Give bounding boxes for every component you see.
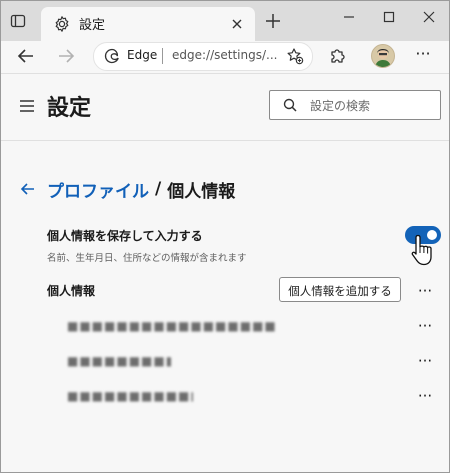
avatar[interactable]: [371, 44, 395, 68]
tab-settings[interactable]: 設定: [41, 7, 255, 41]
entry-more-button[interactable]: ···: [413, 354, 437, 372]
personal-info-more-button[interactable]: ···: [413, 284, 437, 302]
address-bar[interactable]: Edge edge://settings/...: [93, 42, 313, 71]
breadcrumb-profile-link[interactable]: プロファイル: [47, 177, 149, 202]
breadcrumb: プロファイル / 個人情報: [19, 177, 236, 202]
gear-icon: [53, 15, 71, 33]
back-arrow-icon[interactable]: [19, 180, 37, 198]
hand-cursor-icon: [411, 233, 435, 267]
tab-title: 設定: [79, 18, 106, 33]
minimize-icon[interactable]: [339, 7, 359, 27]
site-label: Edge: [127, 48, 158, 62]
forward-arrow-icon[interactable]: [55, 45, 77, 67]
breadcrumb-separator: /: [155, 179, 162, 199]
plus-icon[interactable]: [263, 11, 283, 31]
browser-menu-button[interactable]: ···: [411, 45, 435, 67]
close-icon[interactable]: [229, 16, 245, 32]
save-personal-info-label: 個人情報を保存して入力する: [47, 229, 203, 243]
personal-info-label: 個人情報: [47, 284, 96, 298]
hamburger-icon[interactable]: [18, 97, 36, 115]
search-box[interactable]: [269, 90, 441, 120]
puzzle-icon[interactable]: [327, 46, 347, 66]
entry-more-button[interactable]: ···: [413, 389, 437, 407]
personal-info-entry: ■■■■■■■■■: [67, 354, 171, 368]
breadcrumb-current: 個人情報: [167, 181, 236, 202]
settings-header: 設定: [1, 74, 449, 141]
search-input[interactable]: [308, 95, 438, 117]
window-close-icon[interactable]: [419, 7, 439, 27]
toolbar: Edge edge://settings/... ···: [1, 41, 449, 74]
edge-logo-icon: [104, 48, 120, 64]
back-arrow-icon[interactable]: [15, 45, 37, 67]
title-bar: 設定: [1, 1, 449, 41]
entry-more-button[interactable]: ···: [413, 319, 437, 337]
url-text[interactable]: edge://settings/...: [172, 48, 277, 62]
address-separator: [162, 48, 163, 64]
page-title: 設定: [47, 96, 92, 121]
personal-info-entry: ■■■■■■■■■■■■■■■■■■: [67, 319, 277, 333]
add-favorite-icon[interactable]: [286, 47, 304, 65]
maximize-icon[interactable]: [379, 7, 399, 27]
save-personal-info-description: 名前、生年月日、住所などの情報が含まれます: [47, 253, 247, 264]
search-icon: [282, 97, 298, 113]
tab-actions-icon[interactable]: [7, 10, 29, 32]
personal-info-entry: ■■■■■■■■■■■: [67, 389, 193, 403]
browser-window: 設定 Edge edge://settings/... ··· 設定 設定の検索…: [0, 0, 450, 473]
add-personal-info-button[interactable]: 個人情報を追加する: [279, 277, 401, 302]
